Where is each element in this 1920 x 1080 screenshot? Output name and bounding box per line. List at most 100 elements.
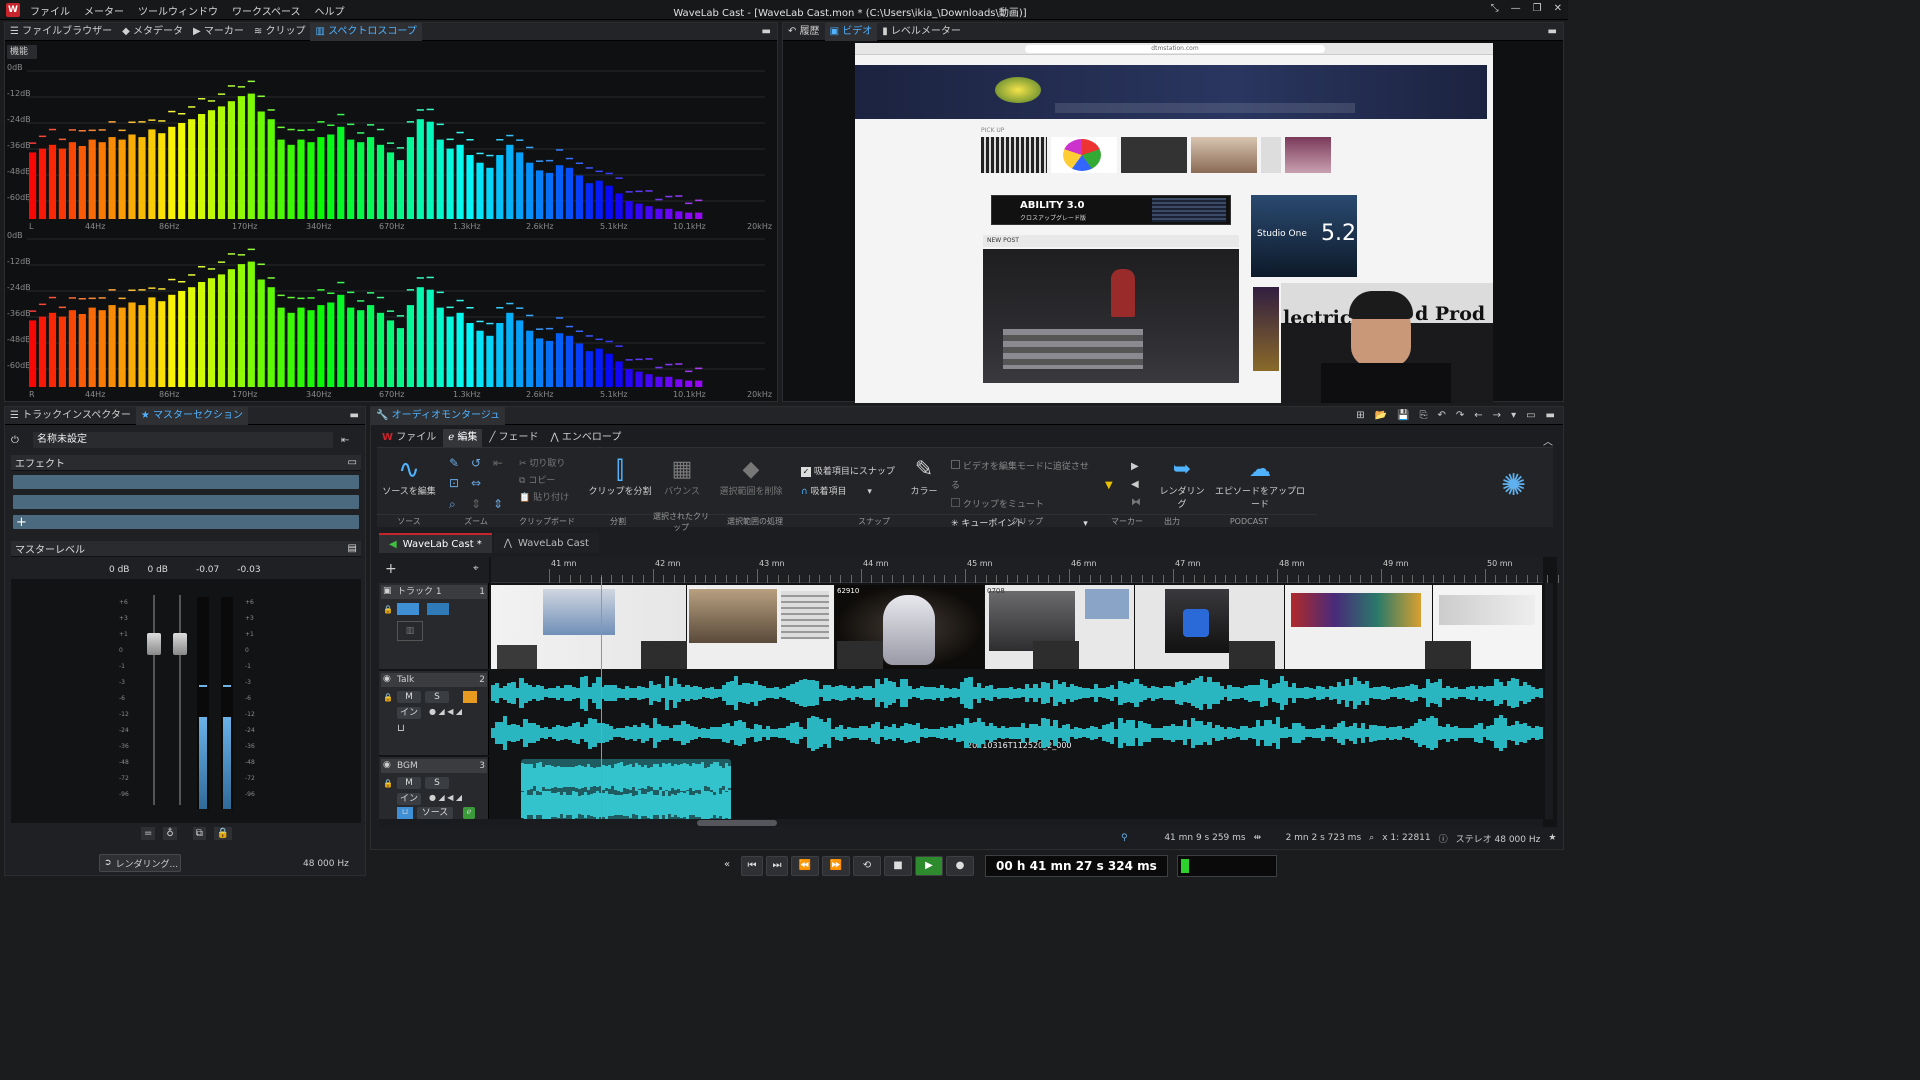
panel-menu-icon[interactable]: ▬: [1548, 26, 1563, 37]
zoom-in-icon[interactable]: ⇕: [493, 497, 511, 514]
track-lock-icon[interactable]: 🔒: [383, 693, 393, 702]
snap-items-dropdown[interactable]: ∩ 吸着項目 ▾: [801, 482, 901, 502]
stop-button[interactable]: ■: [884, 856, 912, 876]
horizontal-scroll-thumb[interactable]: [697, 820, 777, 826]
plugin-icon[interactable]: ℯ: [463, 807, 475, 819]
mute-button[interactable]: M: [397, 777, 421, 789]
track-3-name[interactable]: BGM 3: [381, 759, 487, 773]
split-clip-button[interactable]: ⫿ クリップを分割: [587, 456, 653, 497]
new-icon[interactable]: ⊞: [1356, 410, 1364, 421]
record-arm-icon[interactable]: ● ◢ ◀ ◢: [429, 793, 462, 802]
track-1-name[interactable]: トラック 11: [381, 585, 487, 599]
open-icon[interactable]: 📂: [1375, 410, 1387, 421]
close-icon[interactable]: ✕: [1554, 3, 1562, 14]
playhead[interactable]: [601, 577, 602, 823]
transport-more-icon[interactable]: «: [716, 856, 738, 876]
prev-marker-icon[interactable]: ◀: [1131, 476, 1141, 494]
time-ruler[interactable]: 41 mn 42 mn 43 mn 44 mn 45 mn 46 mn 47 mn 48 mn…: [491, 557, 1559, 583]
zoom-undo-icon[interactable]: ↺: [471, 456, 489, 472]
zoom-select-icon[interactable]: ✎: [449, 456, 467, 472]
track-lock-icon[interactable]: 🔒: [383, 605, 393, 614]
zoom-edge-icon[interactable]: ⇤: [493, 456, 511, 472]
timecode-display[interactable]: 00 h 41 mn 27 s 324 ms: [985, 855, 1168, 877]
record-arm-icon[interactable]: ● ◢ ◀ ◢: [429, 707, 462, 716]
link-faders-icon[interactable]: =: [141, 827, 156, 840]
go-to-end-button[interactable]: ⏭: [766, 856, 788, 876]
tab-metadata[interactable]: ◆ メタデータ: [117, 23, 188, 41]
favorite-icon[interactable]: ★: [1548, 833, 1556, 843]
power-icon[interactable]: ⏻: [11, 435, 27, 446]
track-lock-icon[interactable]: 🔒: [383, 779, 393, 788]
effect-slot-2[interactable]: [13, 495, 359, 509]
ribbon-tab-envelope[interactable]: ⋀ エンベロープ: [546, 429, 627, 447]
maximize-icon[interactable]: ❐: [1533, 3, 1542, 14]
play-button[interactable]: ▶: [915, 856, 943, 876]
source-button[interactable]: ソース: [417, 807, 453, 819]
preset-name[interactable]: 名称未設定: [33, 432, 333, 448]
clip-fx-icon[interactable]: ⊔: [397, 723, 405, 734]
bgm-clip[interactable]: [521, 759, 732, 820]
snap-target-icon[interactable]: ⌖: [473, 563, 479, 574]
loop-button[interactable]: ⟲: [853, 856, 881, 876]
mute-button[interactable]: M: [397, 691, 421, 703]
record-button[interactable]: ●: [946, 856, 974, 876]
track-color-icon[interactable]: [463, 691, 477, 703]
dither-icon[interactable]: ♁: [163, 827, 177, 840]
solo-button[interactable]: S: [425, 691, 449, 703]
marker-range-icon[interactable]: ⧓: [1131, 494, 1141, 512]
back-icon[interactable]: ←: [1474, 410, 1482, 421]
effect-slot-1[interactable]: [13, 475, 359, 489]
collapse-icon[interactable]: ⇤: [341, 435, 349, 446]
copy-icon[interactable]: ⧉: [192, 827, 206, 840]
tab-history[interactable]: ↶ 履歴: [783, 23, 825, 41]
tab-track-inspector[interactable]: ☰ トラックインスペクター: [5, 407, 136, 425]
menu-help[interactable]: ヘルプ: [315, 3, 345, 18]
forward-icon[interactable]: →: [1493, 410, 1501, 421]
window-icon[interactable]: ▭: [1526, 410, 1535, 421]
talk-waveform[interactable]: 20210316T112520_2_000: [491, 673, 1544, 755]
menu-tool-window[interactable]: ツールウィンドウ: [138, 3, 218, 18]
video-image-toggle[interactable]: [427, 603, 449, 615]
effects-toggle-icon[interactable]: ▭: [348, 457, 361, 468]
ribbon-collapse-icon[interactable]: ︿: [1543, 433, 1553, 448]
solo-button[interactable]: S: [425, 777, 449, 789]
master-level-menu-icon[interactable]: ▤: [348, 543, 361, 554]
next-marker-icon[interactable]: ▶: [1131, 458, 1141, 476]
panel-menu-icon[interactable]: ▬: [350, 410, 365, 421]
zoom-glass-icon[interactable]: ⌕: [449, 497, 467, 514]
ribbon-tab-fade[interactable]: ╱ フェード: [484, 429, 543, 447]
file-tab-2[interactable]: ⋀ WaveLab Cast: [493, 533, 599, 553]
tab-video[interactable]: ▣ ビデオ: [824, 22, 878, 41]
upload-episode-button[interactable]: ☁ エピソードをアップロード: [1213, 456, 1307, 510]
fast-forward-button[interactable]: ⏩: [822, 856, 850, 876]
snap-checkbox[interactable]: ✓ 吸着項目にスナップ: [801, 462, 901, 482]
tab-clip[interactable]: ≋ クリップ: [249, 23, 311, 41]
marker-flag-icon[interactable]: ▼: [1105, 480, 1113, 491]
undo-icon[interactable]: ↶: [1438, 410, 1446, 421]
panel-menu-icon[interactable]: ▬: [1546, 410, 1555, 421]
zoom-h-icon[interactable]: ⇔: [471, 476, 489, 492]
fader-handle-left[interactable]: [147, 633, 161, 655]
render-button[interactable]: ➲ レンダリング...: [99, 854, 181, 872]
color-button[interactable]: ✎ カラー: [907, 456, 941, 497]
function-button[interactable]: 機能: [7, 45, 37, 59]
edit-source-button[interactable]: ∿ ソースを編集: [381, 456, 437, 497]
tab-master-section[interactable]: ★ マスターセクション: [135, 406, 249, 425]
delete-range-button[interactable]: ◆ 選択範囲を削除: [711, 456, 791, 497]
clip-fx-icon[interactable]: ⊔: [397, 807, 413, 819]
menu-workspace[interactable]: ワークスペース: [232, 3, 301, 18]
tab-marker[interactable]: ▶ マーカー: [188, 23, 249, 41]
input-button[interactable]: イン: [397, 793, 421, 805]
save-as-icon[interactable]: ⎘: [1420, 410, 1428, 421]
vertical-scrollbar[interactable]: [1545, 583, 1553, 819]
ribbon-tab-file[interactable]: W ファイル: [377, 429, 441, 447]
tab-spectroscope[interactable]: ▥ スペクトロスコープ: [310, 22, 422, 41]
copy-button[interactable]: ⧉ コピー: [519, 473, 585, 490]
add-effect-slot[interactable]: +: [13, 515, 359, 530]
follow-video-checkbox[interactable]: ビデオを編集モードに追従させる: [951, 458, 1095, 496]
fader-handle-right[interactable]: [173, 633, 187, 655]
paste-button[interactable]: 📋 貼り付け: [519, 490, 585, 507]
dropdown-icon[interactable]: ▾: [1511, 410, 1516, 421]
add-track-icon[interactable]: +: [385, 561, 397, 577]
zoom-v-icon[interactable]: ⇕: [471, 497, 489, 514]
